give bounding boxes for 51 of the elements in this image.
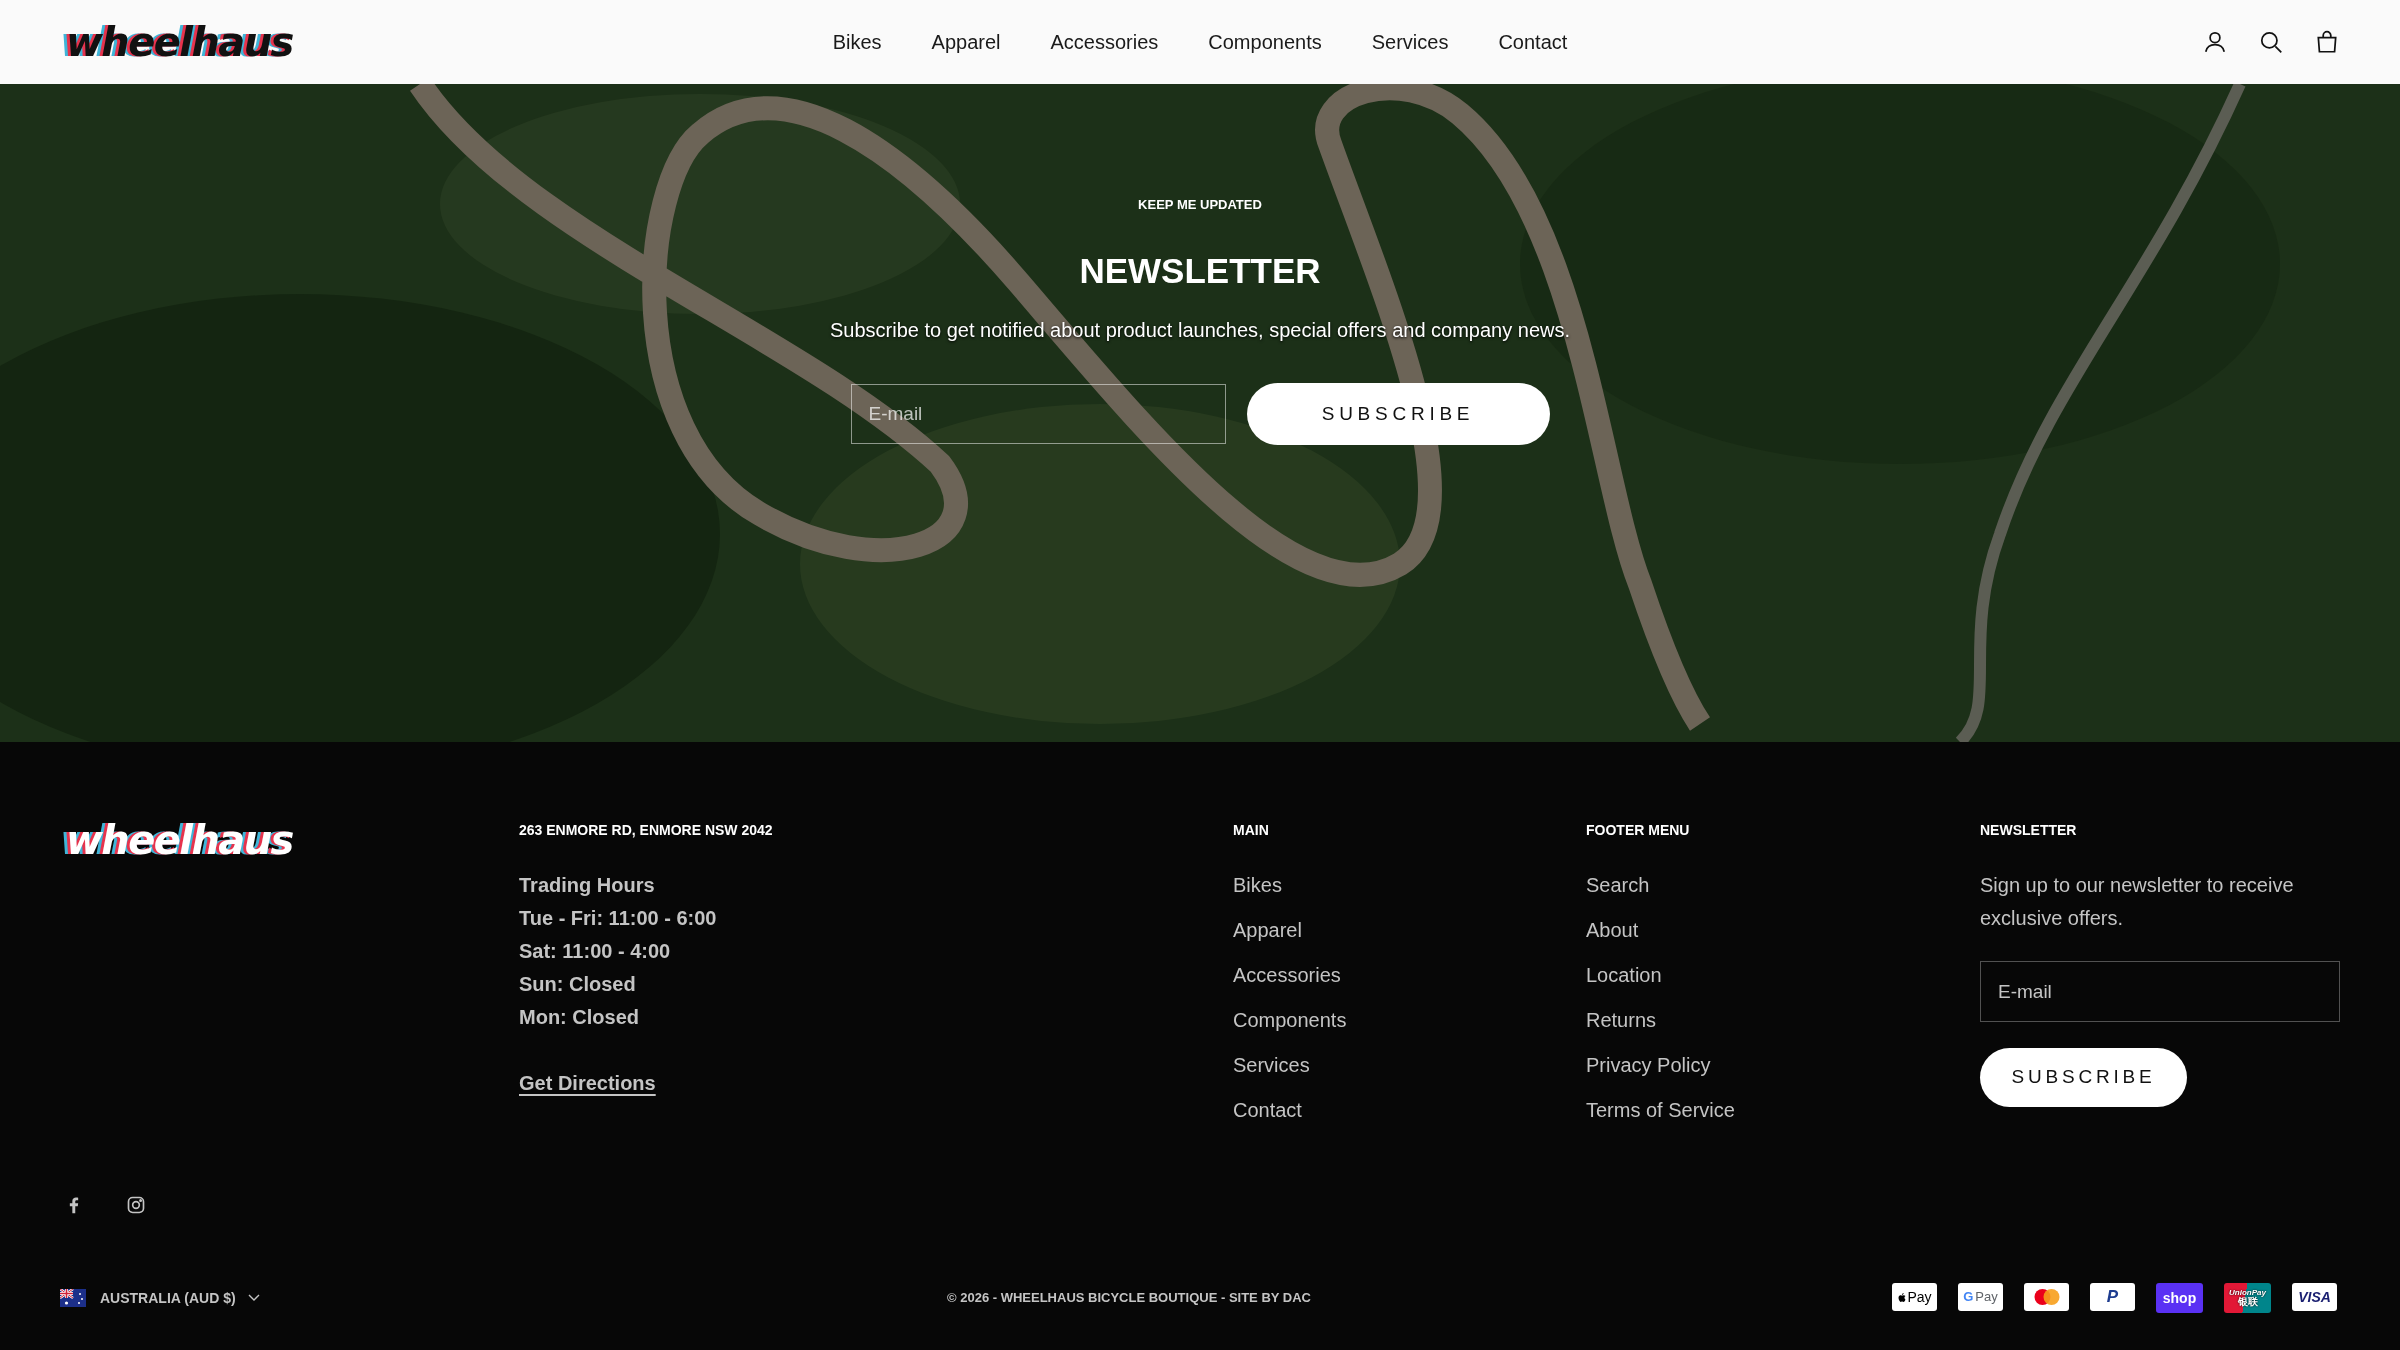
footer-link[interactable]: Contact — [1233, 1098, 1586, 1123]
nav-link[interactable]: Components — [1208, 27, 1322, 57]
nav-link[interactable]: Bikes — [832, 27, 882, 57]
directions-link[interactable]: Get Directions — [519, 1068, 656, 1098]
apple-icon — [1897, 1291, 1907, 1303]
eyebrow-text: KEEP ME UPDATED — [1138, 196, 1262, 214]
newsletter-description: Sign up to our newsletter to receive exclusive offers. — [1980, 873, 2295, 931]
footer-link[interactable]: Bikes — [1233, 873, 1586, 898]
bag-icon[interactable] — [2314, 29, 2340, 55]
newsletter-heading: NEWSLETTER — [1980, 821, 2078, 840]
google-pay-badge: G Pay — [1958, 1283, 2003, 1311]
hours-text: Sun: Closed — [519, 972, 637, 997]
menu-heading: FOOTER MENU — [1586, 821, 1691, 840]
menu-heading: MAIN — [1233, 821, 1270, 840]
search-icon[interactable] — [2258, 29, 2284, 55]
nav-link[interactable]: Contact — [1498, 27, 1568, 57]
flag-icon — [60, 1289, 86, 1307]
apple-pay-badge: Pay — [1892, 1283, 1937, 1311]
mastercard-badge — [2024, 1283, 2069, 1311]
footer-link[interactable]: Location — [1586, 963, 1886, 988]
footer-link[interactable]: Returns — [1586, 1008, 1886, 1033]
logo[interactable]: wheelhaus — [60, 820, 293, 860]
hours-text: Mon: Closed — [519, 1005, 640, 1030]
hours-text: Tue - Fri: 11:00 - 6:00 — [519, 906, 718, 931]
hours-text: Trading Hours — [519, 873, 656, 898]
copyright-text: © 2026 - WHEELHAUS BICYCLE BOUTIQUE - SITE BY DAC — [947, 1289, 1311, 1308]
footer-link[interactable]: Apparel — [1233, 918, 1586, 943]
address-heading: 263 ENMORE RD, ENMORE NSW 2042 — [519, 821, 774, 840]
nav-link[interactable]: Accessories — [1050, 27, 1159, 57]
footer-link[interactable]: Components — [1233, 1008, 1586, 1033]
footer-link[interactable]: Accessories — [1233, 963, 1586, 988]
footer-link[interactable]: Services — [1233, 1053, 1586, 1078]
newsletter-heading: NEWSLETTER — [1079, 249, 1321, 292]
account-icon[interactable] — [2202, 29, 2228, 55]
chevron-icon — [247, 1294, 260, 1302]
instagram-icon[interactable] — [126, 1195, 146, 1215]
country-selector[interactable]: AUSTRALIA (AUD $) — [100, 1287, 260, 1309]
shop-pay-badge: shop — [2156, 1283, 2203, 1313]
paypal-badge: P — [2090, 1283, 2135, 1311]
hours-text: Sat: 11:00 - 4:00 — [519, 939, 672, 964]
newsletter-description: Subscribe to get notified about product launches, special offers and company news. — [829, 318, 1571, 343]
subscribe-button[interactable]: SUBSCRIBE — [1980, 1048, 2187, 1107]
footer-link[interactable]: Privacy Policy — [1586, 1053, 1886, 1078]
logo[interactable]: wheelhaus — [60, 21, 293, 62]
visa-badge: VISA — [2292, 1283, 2337, 1311]
nav-link[interactable]: Apparel — [931, 27, 1001, 57]
footer-link[interactable]: Search — [1586, 873, 1886, 898]
footer-link[interactable]: About — [1586, 918, 1886, 943]
subscribe-button[interactable]: SUBSCRIBE — [1246, 383, 1550, 445]
nav-link[interactable]: Services — [1371, 27, 1449, 57]
footer-link[interactable]: Terms of Service — [1586, 1098, 1886, 1123]
